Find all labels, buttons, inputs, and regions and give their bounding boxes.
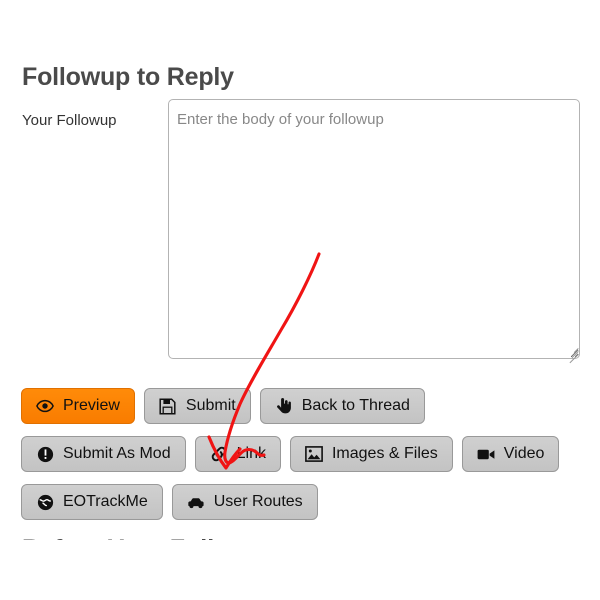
back-to-thread-button-label: Back to Thread [301,397,410,414]
car-icon [187,493,205,511]
user-routes-button-label: User Routes [213,493,303,510]
link-button[interactable]: Link [194,436,281,472]
submit-as-mod-button[interactable]: Submit As Mod [21,436,186,472]
action-button-row-primary: Preview Submit Back to Thread [21,388,425,424]
user-routes-button[interactable]: User Routes [171,484,318,520]
page-title: Followup to Reply [22,63,234,91]
floppy-disk-icon [159,397,177,415]
video-button-label: Video [503,445,545,462]
video-camera-icon [477,445,495,463]
images-and-files-button[interactable]: Images & Files [289,436,453,472]
exclamation-circle-icon [36,445,54,463]
preview-button-label: Preview [63,397,120,414]
globe-icon [36,493,54,511]
action-button-row-tracking: EOTrackMe User Routes [21,484,318,520]
submit-button[interactable]: Submit [143,388,251,424]
eye-icon [36,397,54,415]
video-button[interactable]: Video [461,436,560,472]
followup-form-page: Followup to Reply Your Followup Preview [0,0,600,600]
preview-button[interactable]: Preview [21,388,135,424]
action-button-row-media: Submit As Mod Link Images & Files Video [21,436,560,472]
submit-button-label: Submit [185,397,236,414]
hand-pointer-icon [275,397,293,415]
next-section-title: Before Your Followup [22,535,280,563]
eotrackme-button[interactable]: EOTrackMe [21,484,163,520]
chain-link-icon [210,445,228,463]
submit-as-mod-button-label: Submit As Mod [63,445,171,462]
eotrackme-button-label: EOTrackMe [63,493,148,510]
followup-field-label: Your Followup [22,112,117,129]
back-to-thread-button[interactable]: Back to Thread [259,388,425,424]
followup-body-textarea[interactable] [168,99,580,359]
link-button-label: Link [236,445,266,462]
image-icon [305,445,323,463]
images-and-files-button-label: Images & Files [331,445,438,462]
